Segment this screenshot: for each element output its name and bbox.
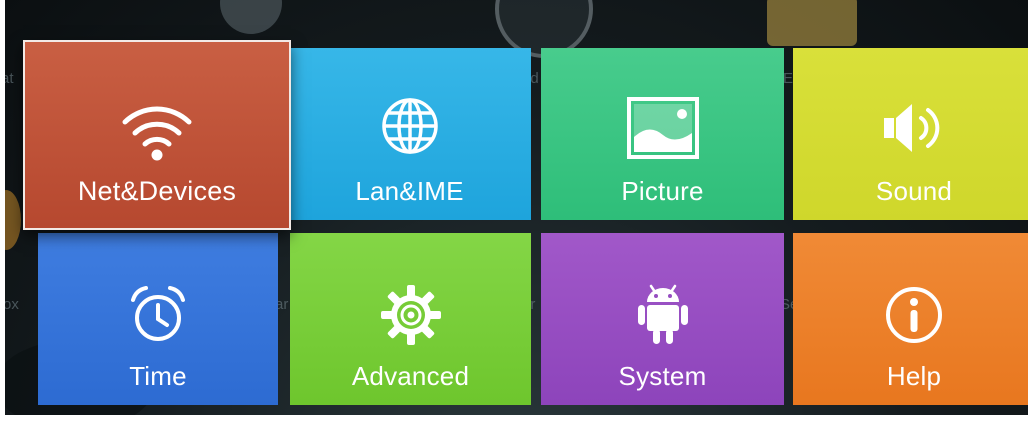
background-label: ox xyxy=(5,296,19,313)
wifi-icon xyxy=(117,94,197,164)
tile-lan-ime[interactable]: Lan&IME xyxy=(288,48,531,220)
tile-time[interactable]: Time xyxy=(38,233,278,405)
settings-screen: at id Ei ox ar ir Se Net&Devices Lan&IME… xyxy=(5,0,1028,415)
background-app-icon xyxy=(220,0,282,34)
tile-label: Lan&IME xyxy=(355,176,464,206)
tile-help[interactable]: Help xyxy=(793,233,1028,405)
tile-label: Picture xyxy=(621,176,704,206)
background-app-icon xyxy=(5,190,21,250)
tile-net-devices[interactable]: Net&Devices xyxy=(23,40,291,230)
tile-sound[interactable]: Sound xyxy=(793,48,1028,220)
tile-label: Net&Devices xyxy=(77,176,237,206)
tile-label: Help xyxy=(886,361,942,391)
tile-label: Advanced xyxy=(351,361,470,391)
speaker-icon xyxy=(878,96,950,160)
background-label: at xyxy=(5,70,14,87)
gear-icon xyxy=(379,283,443,347)
picture-icon xyxy=(626,96,699,160)
tile-label: Time xyxy=(129,361,187,391)
tile-advanced[interactable]: Advanced xyxy=(290,233,531,405)
tile-label: System xyxy=(618,361,707,391)
tile-picture[interactable]: Picture xyxy=(541,48,784,220)
info-icon xyxy=(882,283,946,347)
tile-label: Sound xyxy=(875,176,953,206)
tile-system[interactable]: System xyxy=(541,233,784,405)
android-icon xyxy=(631,281,695,347)
alarm-clock-icon xyxy=(126,283,190,347)
globe-icon xyxy=(375,94,445,158)
background-app-icon xyxy=(767,0,857,46)
